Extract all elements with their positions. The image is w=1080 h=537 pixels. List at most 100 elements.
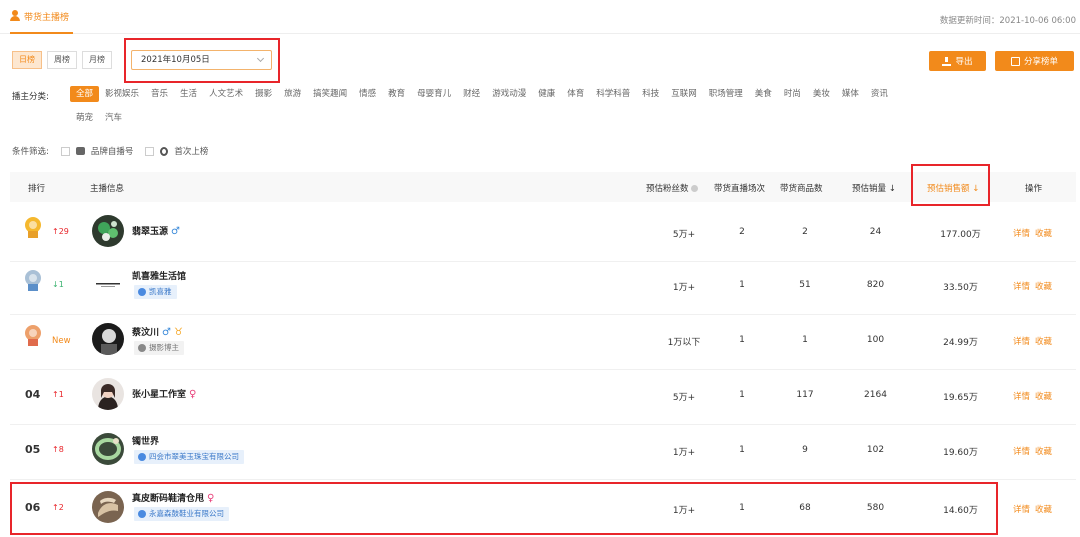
share-label: 分享榜单	[1023, 57, 1058, 67]
date-value: 2021年10月05日	[141, 55, 210, 65]
avatar[interactable]	[92, 433, 124, 465]
category-item[interactable]: 生活	[174, 86, 203, 102]
share-icon	[1010, 56, 1020, 66]
condition-filters: 条件筛选: 品牌自播号 首次上榜	[12, 145, 208, 157]
condition-label: 条件筛选:	[12, 147, 49, 157]
row-highlight-box	[10, 482, 998, 535]
category-item[interactable]: 搞笑趣闻	[307, 86, 353, 102]
header-live[interactable]: 带货直播场次	[714, 182, 765, 194]
table-row[interactable]: 05 ↑8 镯世界 四会市翠美玉珠宝有限公司 1万+ 1 9 102 19.60…	[10, 420, 1076, 480]
volume-cell: 100	[866, 335, 885, 345]
detail-link[interactable]: 详情	[1013, 505, 1030, 515]
silver-medal-icon	[25, 270, 41, 294]
share-button[interactable]: 分享榜单	[995, 51, 1074, 71]
category-item[interactable]: 影视娱乐	[99, 86, 145, 102]
table-row[interactable]: ↓1 凯喜雅生活馆 凯喜雅 1万+ 1 51 820 33.50万 详情 收藏	[10, 255, 1076, 315]
category-item[interactable]: 美妆	[807, 86, 836, 102]
male-icon: ♂	[162, 327, 171, 338]
ops-cell: 详情 收藏	[1013, 335, 1052, 347]
first-icon	[160, 146, 169, 156]
detail-link[interactable]: 详情	[1013, 447, 1030, 457]
category-item[interactable]: 财经	[457, 86, 486, 102]
collect-link[interactable]: 收藏	[1035, 282, 1052, 292]
category-all[interactable]: 全部	[70, 86, 100, 102]
export-button[interactable]: 导出	[929, 51, 986, 71]
category-item[interactable]: 体育	[561, 86, 590, 102]
male-icon: ♂	[171, 226, 180, 237]
header-volume[interactable]: 预估销量 ↓	[852, 182, 896, 194]
category-item[interactable]: 健康	[532, 86, 561, 102]
verified-icon	[138, 453, 146, 461]
tab-daily[interactable]: 日榜	[12, 51, 42, 69]
tab-monthly[interactable]: 月榜	[82, 51, 112, 69]
header-goods[interactable]: 带货商品数	[780, 182, 823, 194]
rank-change: ↓1	[52, 280, 64, 289]
tab-weekly[interactable]: 周榜	[47, 51, 77, 69]
detail-link[interactable]: 详情	[1013, 337, 1030, 347]
collect-link[interactable]: 收藏	[1035, 392, 1052, 402]
avatar[interactable]	[92, 215, 124, 247]
date-picker[interactable]: 2021年10月05日	[131, 50, 272, 70]
goods-cell: 117	[796, 390, 814, 400]
category-item[interactable]: 媒体	[836, 86, 865, 102]
rank-number: 04	[25, 388, 41, 401]
category-item[interactable]: 资讯	[865, 86, 894, 102]
volume-cell: 24	[869, 227, 882, 237]
sales-cell: 24.99万	[943, 338, 978, 348]
rank-number: 05	[25, 443, 41, 456]
sales-cell: 177.00万	[940, 230, 981, 240]
collect-link[interactable]: 收藏	[1035, 447, 1052, 457]
detail-link[interactable]: 详情	[1013, 229, 1030, 239]
category-item[interactable]: 时尚	[778, 86, 807, 102]
detail-link[interactable]: 详情	[1013, 392, 1030, 402]
category-item[interactable]: 科学科普	[590, 86, 636, 102]
category-item[interactable]: 互联网	[665, 86, 703, 102]
collect-link[interactable]: 收藏	[1035, 505, 1052, 515]
category-item[interactable]: 科技	[636, 86, 665, 102]
anchor-name[interactable]: 镯世界	[132, 434, 159, 447]
detail-link[interactable]: 详情	[1013, 282, 1030, 292]
header-rank: 排行	[28, 184, 46, 194]
table-row[interactable]: ↑29 翡翠玉源 ♂ 5万+ 2 2 24 177.00万 详情 收藏	[10, 202, 1076, 262]
category-item[interactable]: 教育	[382, 86, 411, 102]
header-info: 主播信息	[90, 184, 125, 194]
collect-link[interactable]: 收藏	[1035, 337, 1052, 347]
brand-self-checkbox[interactable]	[60, 146, 70, 156]
anchor-name[interactable]: 翡翠玉源 ♂	[132, 224, 180, 237]
volume-cell: 820	[866, 280, 885, 290]
category-item[interactable]: 情感	[353, 86, 382, 102]
tab-live-anchor-rank[interactable]: 带货主播榜	[10, 10, 74, 34]
fans-cell: 1万以下	[667, 338, 701, 348]
category-item[interactable]: 萌宠	[70, 110, 99, 126]
header-fans[interactable]: 预估粉丝数	[646, 182, 698, 194]
anchor-name[interactable]: 蔡汶川 ♂ ♉	[132, 325, 183, 338]
anchor-name[interactable]: 凯喜雅生活馆	[132, 269, 186, 282]
category-item[interactable]: 游戏动漫	[486, 86, 532, 102]
table-row[interactable]: New 蔡汶川 ♂ ♉ 摄影博主 1万以下 1 1 100 24.99万 详情 收藏	[10, 310, 1076, 370]
brand-icon	[75, 147, 85, 155]
table-row[interactable]: 04 ↑1 张小星工作室 ♀ 5万+ 1 117 2164 19.65万 详情 收藏	[10, 365, 1076, 425]
sales-cell: 19.65万	[943, 393, 978, 403]
anchor-name[interactable]: 张小星工作室 ♀	[132, 387, 196, 400]
volume-cell: 2164	[864, 390, 887, 400]
category-item[interactable]: 人文艺术	[203, 86, 249, 102]
category-list: 全部 影视娱乐 音乐 生活 人文艺术 摄影 旅游 搞笑趣闻 情感 教育 母婴育儿…	[66, 86, 1076, 126]
category-item[interactable]: 旅游	[278, 86, 307, 102]
volume-cell: 102	[866, 445, 885, 455]
category-item[interactable]: 职场管理	[703, 86, 749, 102]
avatar[interactable]	[92, 268, 124, 300]
fans-cell: 5万+	[672, 230, 696, 240]
user-icon	[10, 10, 20, 21]
avatar[interactable]	[92, 378, 124, 410]
category-item[interactable]: 美食	[749, 86, 778, 102]
collect-link[interactable]: 收藏	[1035, 229, 1052, 239]
category-item[interactable]: 摄影	[249, 86, 278, 102]
category-item[interactable]: 音乐	[145, 86, 174, 102]
category-item[interactable]: 汽车	[99, 110, 128, 126]
ops-cell: 详情 收藏	[1013, 445, 1052, 457]
first-on-list-label: 首次上榜	[174, 147, 209, 157]
first-on-list-checkbox[interactable]	[145, 146, 155, 156]
gold-medal-icon	[25, 217, 41, 241]
category-item[interactable]: 母婴育儿	[411, 86, 457, 102]
avatar[interactable]	[92, 323, 124, 355]
